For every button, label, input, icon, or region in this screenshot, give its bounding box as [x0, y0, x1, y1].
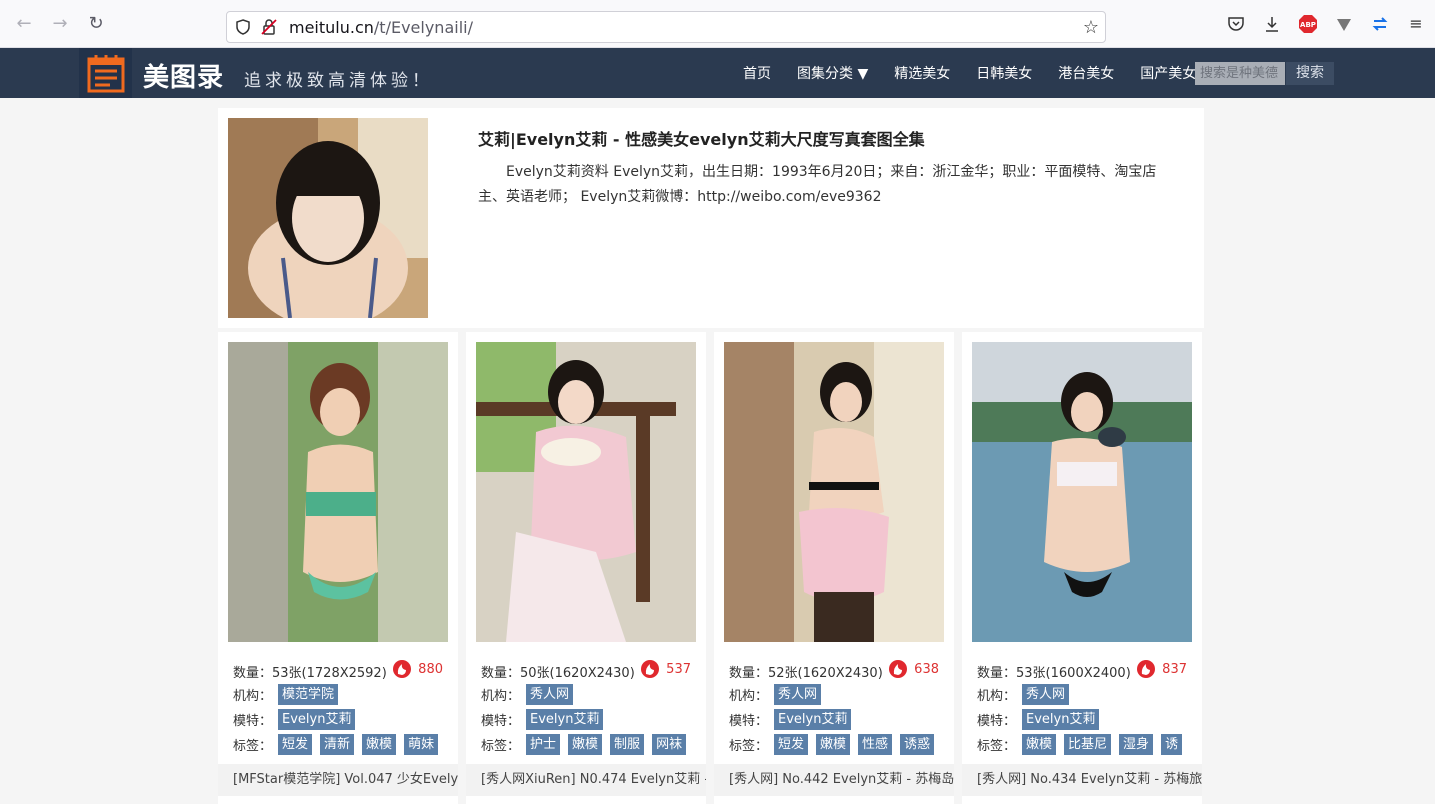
- album-views: 537: [640, 659, 691, 679]
- site-title[interactable]: 美图录: [143, 57, 224, 94]
- album-tags-row: 标签： 短发 嫩模 性感 诱惑: [729, 734, 949, 755]
- browser-toolbar: ← → ↻ meitulu.cn/t/Evelynaili/ ☆ ABP ≡: [0, 0, 1435, 48]
- album-tag[interactable]: 比基尼: [1064, 734, 1112, 755]
- album-model-row: 模特： Evelyn艾莉: [233, 709, 363, 730]
- main-nav: 首页 图集分类 ▼ 精选美女 日韩美女 港台美女 国产美女: [730, 48, 1209, 98]
- album-tags-row: 标签： 短发 清新 嫩模 萌妹: [233, 734, 453, 755]
- url-bar[interactable]: meitulu.cn/t/Evelynaili/ ☆: [226, 11, 1106, 43]
- album-tag[interactable]: 嫩模: [568, 734, 603, 755]
- album-views: 880: [392, 659, 443, 679]
- album-tag[interactable]: 萌妹: [404, 734, 439, 755]
- back-icon[interactable]: ←: [14, 14, 34, 34]
- album-count: 数量：53张(1600X2400): [977, 666, 1131, 681]
- adblock-icon[interactable]: ABP: [1298, 14, 1318, 34]
- model-profile: 艾莉|Evelyn艾莉 - 性感美女evelyn艾莉大尺度写真套图全集 Evel…: [218, 108, 1204, 328]
- insecure-lock-icon[interactable]: [261, 18, 277, 36]
- album-tag[interactable]: 嫩模: [816, 734, 851, 755]
- extension-triangle-icon[interactable]: [1334, 14, 1354, 34]
- album-card[interactable]: 数量：52张(1620X2430) 638 机构： 秀人网 模特： Evelyn艾莉…: [714, 332, 954, 804]
- album-model-row: 模特： Evelyn艾莉: [729, 709, 859, 730]
- album-org-row: 机构： 模范学院: [233, 684, 346, 705]
- forward-icon[interactable]: →: [50, 14, 70, 34]
- nav-item-categories[interactable]: 图集分类 ▼: [784, 63, 881, 83]
- album-card[interactable]: 数量：50张(1620X2430) 537 机构： 秀人网 模特： Evelyn艾莉…: [466, 332, 706, 804]
- album-tag[interactable]: 清新: [320, 734, 355, 755]
- album-tag[interactable]: 网袜: [652, 734, 687, 755]
- album-tag[interactable]: 诱: [1161, 734, 1183, 755]
- menu-icon[interactable]: ≡: [1406, 14, 1426, 34]
- org-tag[interactable]: 模范学院: [278, 684, 339, 705]
- org-tag[interactable]: 秀人网: [526, 684, 574, 705]
- album-cover[interactable]: [476, 342, 696, 642]
- album-count: 数量：50张(1620X2430): [481, 666, 635, 681]
- model-tag[interactable]: Evelyn艾莉: [1022, 709, 1100, 730]
- album-cover[interactable]: [724, 342, 944, 642]
- search-button[interactable]: 搜索: [1286, 62, 1334, 85]
- album-tags-row: 标签： 护士 嫩模 制服 网袜: [481, 734, 701, 755]
- album-caption[interactable]: [秀人网] No.434 Evelyn艾莉 - 苏梅旅拍: [962, 764, 1202, 796]
- nav-item-hk-taiwan[interactable]: 港台美女: [1045, 63, 1127, 83]
- bookmark-star-icon[interactable]: ☆: [1083, 17, 1099, 38]
- pocket-icon[interactable]: [1226, 14, 1246, 34]
- svg-text:ABP: ABP: [1300, 21, 1316, 29]
- sync-extension-icon[interactable]: [1370, 14, 1390, 34]
- model-tag[interactable]: Evelyn艾莉: [526, 709, 604, 730]
- url-text: meitulu.cn/t/Evelynaili/: [289, 18, 473, 37]
- nav-item-japan-korea[interactable]: 日韩美女: [963, 63, 1045, 83]
- album-org-row: 机构： 秀人网: [977, 684, 1077, 705]
- flame-icon: [889, 660, 908, 678]
- site-header: 美图录 追求极致高清体验！ 首页 图集分类 ▼ 精选美女 日韩美女 港台美女 国…: [0, 48, 1435, 98]
- org-tag[interactable]: 秀人网: [774, 684, 822, 705]
- album-caption[interactable]: [秀人网] No.442 Evelyn艾莉 - 苏梅岛旅: [714, 764, 954, 796]
- album-tag[interactable]: 制服: [610, 734, 645, 755]
- album-tag[interactable]: 短发: [774, 734, 809, 755]
- site-slogan: 追求极致高清体验！: [244, 71, 433, 91]
- avatar: [228, 118, 428, 318]
- downloads-icon[interactable]: [1262, 14, 1282, 34]
- album-cover[interactable]: [228, 342, 448, 642]
- album-caption[interactable]: [MFStar模范学院] Vol.047 少女Evelyn: [218, 764, 458, 796]
- album-tags-row: 标签： 嫩模 比基尼 湿身 诱: [977, 734, 1197, 755]
- album-card[interactable]: 数量：53张(1600X2400) 837 机构： 秀人网 模特： Evelyn艾莉…: [962, 332, 1202, 804]
- album-card[interactable]: 数量：53张(1728X2592) 880 机构： 模范学院 模特： Evelyn艾…: [218, 332, 458, 804]
- album-model-row: 模特： Evelyn艾莉: [977, 709, 1107, 730]
- shield-icon[interactable]: [235, 19, 251, 35]
- profile-title: 艾莉|Evelyn艾莉 - 性感美女evelyn艾莉大尺度写真套图全集: [478, 130, 925, 149]
- album-tag[interactable]: 短发: [278, 734, 313, 755]
- album-tag[interactable]: 护士: [526, 734, 561, 755]
- album-tag[interactable]: 嫩模: [1022, 734, 1057, 755]
- profile-bio: Evelyn艾莉资料 Evelyn艾莉，出生日期：1993年6月20日；来自：浙…: [478, 164, 1157, 205]
- album-count: 数量：53张(1728X2592): [233, 666, 387, 681]
- logo-icon[interactable]: [79, 48, 132, 98]
- model-tag[interactable]: Evelyn艾莉: [774, 709, 852, 730]
- album-org-row: 机构： 秀人网: [729, 684, 829, 705]
- flame-icon: [641, 660, 660, 678]
- album-count: 数量：52张(1620X2430): [729, 666, 883, 681]
- album-tag[interactable]: 诱惑: [900, 734, 935, 755]
- album-views: 638: [888, 659, 939, 679]
- album-tag[interactable]: 湿身: [1119, 734, 1154, 755]
- org-tag[interactable]: 秀人网: [1022, 684, 1070, 705]
- album-caption[interactable]: [秀人网XiuRen] N0.474 Evelyn艾莉 - 小: [466, 764, 706, 796]
- nav-item-featured[interactable]: 精选美女: [881, 63, 963, 83]
- nav-item-home[interactable]: 首页: [730, 63, 784, 83]
- flame-icon: [393, 660, 412, 678]
- reload-icon[interactable]: ↻: [86, 14, 106, 34]
- album-cover[interactable]: [972, 342, 1192, 642]
- search-input[interactable]: 搜索是种美德: [1195, 62, 1285, 85]
- album-tag[interactable]: 嫩模: [362, 734, 397, 755]
- album-model-row: 模特： Evelyn艾莉: [481, 709, 611, 730]
- album-org-row: 机构： 秀人网: [481, 684, 581, 705]
- album-tag[interactable]: 性感: [858, 734, 893, 755]
- flame-icon: [1137, 660, 1156, 678]
- album-views: 837: [1136, 659, 1187, 679]
- model-tag[interactable]: Evelyn艾莉: [278, 709, 356, 730]
